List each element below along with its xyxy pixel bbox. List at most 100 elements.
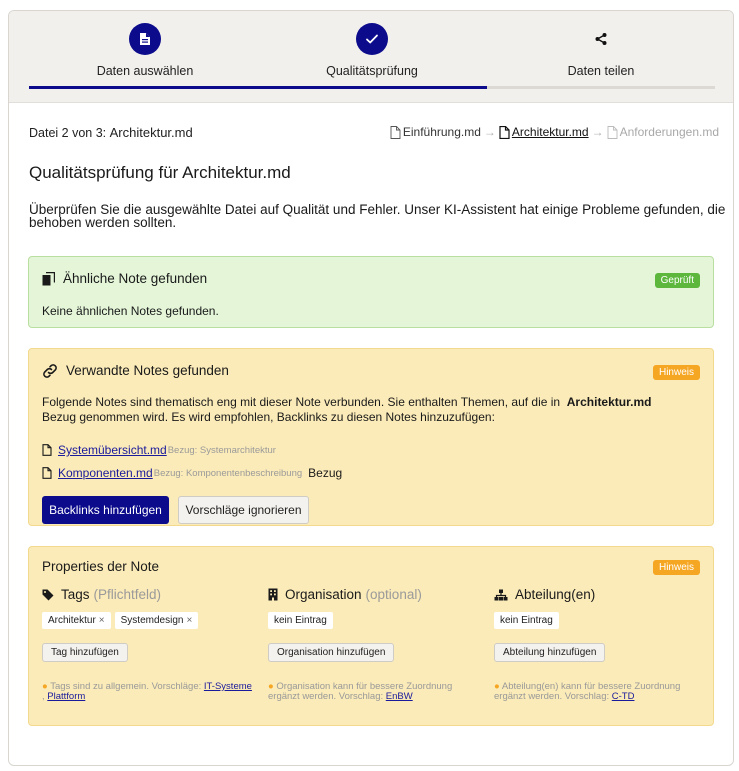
status-badge: Geprüft	[654, 273, 700, 288]
step-label: Qualitätsprüfung	[326, 64, 418, 78]
similar-note-panel: Ähnliche Note gefunden Geprüft Keine ähn…	[28, 256, 714, 328]
note-link[interactable]: Komponenten.md	[58, 466, 153, 480]
message-part: Folgende Notes sind thematisch eng mit d…	[42, 395, 561, 409]
note-reference: Bezug: Systemarchitektur	[167, 444, 276, 456]
panel-message: Folgende Notes sind thematisch eng mit d…	[42, 395, 702, 425]
message-file-name: Architektur.md	[566, 395, 652, 409]
breadcrumb-item-einfuehrung[interactable]: Einführung.md	[390, 125, 481, 139]
panel-message: Keine ähnlichen Notes gefunden.	[42, 304, 219, 318]
panel-title: Properties der Note	[42, 559, 159, 574]
properties-panel: Properties der Note Hinweis Tags (Pflich…	[28, 546, 714, 726]
hint-text: Abteilung(en) kann für bessere Zuordnung…	[494, 681, 681, 702]
tags-hint: ● Tags sind zu allgemein. Vorschläge: IT…	[42, 681, 252, 702]
note-reference: Bezug: Komponentenbeschreibung	[153, 467, 303, 479]
step-circle	[356, 23, 388, 55]
field-label: Tags	[61, 587, 90, 602]
suggestion-link[interactable]: IT-Systeme	[204, 681, 252, 692]
abteilung-field: Abteilung(en) kein Eintrag Abteilung hin…	[494, 587, 709, 662]
note-extra-label: Bezug	[308, 466, 343, 480]
step-label: Daten teilen	[567, 64, 635, 78]
suggestion-link[interactable]: EnBW	[386, 691, 413, 702]
file-icon	[42, 467, 52, 479]
tags-field: Tags (Pflichtfeld) Architektur × Systemd…	[42, 587, 257, 662]
file-counter-prefix: Datei 2 von 3:	[29, 126, 107, 140]
breadcrumb-item-anforderungen[interactable]: Anforderungen.md	[607, 125, 719, 139]
breadcrumb-item-architektur[interactable]: Architektur.md	[499, 125, 589, 139]
arrow-right-icon: →	[483, 125, 496, 139]
step-circle	[585, 23, 617, 55]
field-header: Abteilung(en)	[494, 587, 709, 602]
step-label: Daten auswählen	[96, 64, 194, 78]
organisation-field: Organisation (optional) kein Eintrag Org…	[268, 587, 483, 662]
intro-text: Überprüfen Sie die ausgewählte Datei auf…	[29, 202, 726, 230]
file-icon	[42, 444, 52, 456]
step-circle	[129, 23, 161, 55]
suggestion-link[interactable]: C-TD	[612, 691, 635, 702]
tag-chip-label: Systemdesign	[120, 615, 184, 626]
breadcrumb: Einführung.md → Architektur.md → Anforde…	[390, 125, 719, 139]
breadcrumb-label: Anforderungen.md	[619, 125, 719, 139]
check-icon	[366, 34, 378, 44]
progress-fill	[29, 86, 487, 89]
add-organisation-button[interactable]: Organisation hinzufügen	[268, 643, 395, 662]
abteilung-hint: ● Abteilung(en) kann für bessere Zuordnu…	[494, 682, 704, 701]
tag-list: Architektur × Systemdesign ×	[42, 612, 257, 629]
file-icon	[390, 125, 401, 139]
empty-value: kein Eintrag	[268, 612, 333, 629]
hint-text: Organisation kann für bessere Zuordnung …	[268, 681, 453, 702]
document-icon	[140, 33, 150, 45]
field-qualifier: (optional)	[365, 587, 422, 602]
field-label: Organisation	[285, 587, 362, 602]
progress-track	[29, 86, 715, 89]
status-badge: Hinweis	[652, 560, 700, 575]
status-badge: Hinweis	[652, 365, 700, 380]
ignore-suggestions-button[interactable]: Vorschläge ignorieren	[178, 496, 309, 524]
step-quality-check[interactable]: Qualitätsprüfung	[262, 23, 482, 78]
file-counter: Datei 2 von 3: Architektur.md	[29, 125, 193, 140]
panel-title-text: Ähnliche Note gefunden	[63, 271, 208, 286]
stepper: Daten auswählen Qualitätsprüfung Daten t…	[9, 11, 733, 103]
field-header: Tags (Pflichtfeld)	[42, 587, 257, 602]
panel-title: Ähnliche Note gefunden	[42, 271, 207, 286]
org-chart-icon	[494, 589, 508, 600]
tag-chip: Systemdesign ×	[114, 612, 199, 629]
tag-icon	[42, 589, 54, 600]
file-counter-name: Architektur.md	[109, 125, 193, 140]
remove-icon[interactable]: ×	[186, 615, 192, 626]
step-share-data[interactable]: Daten teilen	[491, 23, 711, 78]
value-list: kein Eintrag	[268, 612, 483, 629]
field-qualifier: (Pflichtfeld)	[93, 587, 162, 602]
panel-title-text: Verwandte Notes gefunden	[66, 363, 229, 378]
suggestion-link[interactable]: Plattform	[47, 691, 85, 702]
share-icon	[595, 33, 607, 45]
field-header: Organisation (optional)	[268, 587, 483, 602]
link-icon	[43, 363, 57, 378]
organisation-hint: ● Organisation kann für bessere Zuordnun…	[268, 682, 478, 701]
remove-icon[interactable]: ×	[99, 615, 105, 626]
field-label: Abteilung(en)	[515, 587, 596, 602]
building-icon	[268, 588, 278, 601]
add-abteilung-button[interactable]: Abteilung hinzufügen	[494, 643, 606, 662]
add-backlinks-button[interactable]: Backlinks hinzufügen	[42, 496, 169, 524]
related-note-item: Systemübersicht.md Bezug: Systemarchitek…	[42, 443, 276, 457]
file-icon	[607, 125, 618, 139]
breadcrumb-label: Einführung.md	[402, 125, 481, 139]
panel-title-text: Properties der Note	[42, 559, 160, 574]
panel-title: Verwandte Notes gefunden	[42, 363, 229, 378]
breadcrumb-label: Architektur.md	[511, 125, 589, 139]
related-note-item: Komponenten.md Bezug: Komponentenbeschre…	[42, 466, 342, 480]
related-notes-panel: Verwandte Notes gefunden Hinweis Folgend…	[28, 348, 714, 526]
tag-chip-label: Architektur	[48, 615, 96, 626]
message-part: Bezug genommen wird. Es wird empfohlen, …	[42, 410, 495, 424]
file-icon	[499, 125, 510, 139]
quality-check-card: Daten auswählen Qualitätsprüfung Daten t…	[8, 10, 734, 766]
note-link[interactable]: Systemübersicht.md	[58, 443, 167, 457]
step-select-data[interactable]: Daten auswählen	[35, 23, 255, 78]
tag-chip: Architektur ×	[42, 612, 111, 629]
copy-icon	[42, 271, 55, 285]
value-list: kein Eintrag	[494, 612, 709, 629]
add-tag-button[interactable]: Tag hinzufügen	[42, 643, 128, 662]
page-title: Qualitätsprüfung für Architektur.md	[29, 163, 291, 182]
empty-value: kein Eintrag	[494, 612, 559, 629]
arrow-right-icon: →	[591, 125, 604, 139]
